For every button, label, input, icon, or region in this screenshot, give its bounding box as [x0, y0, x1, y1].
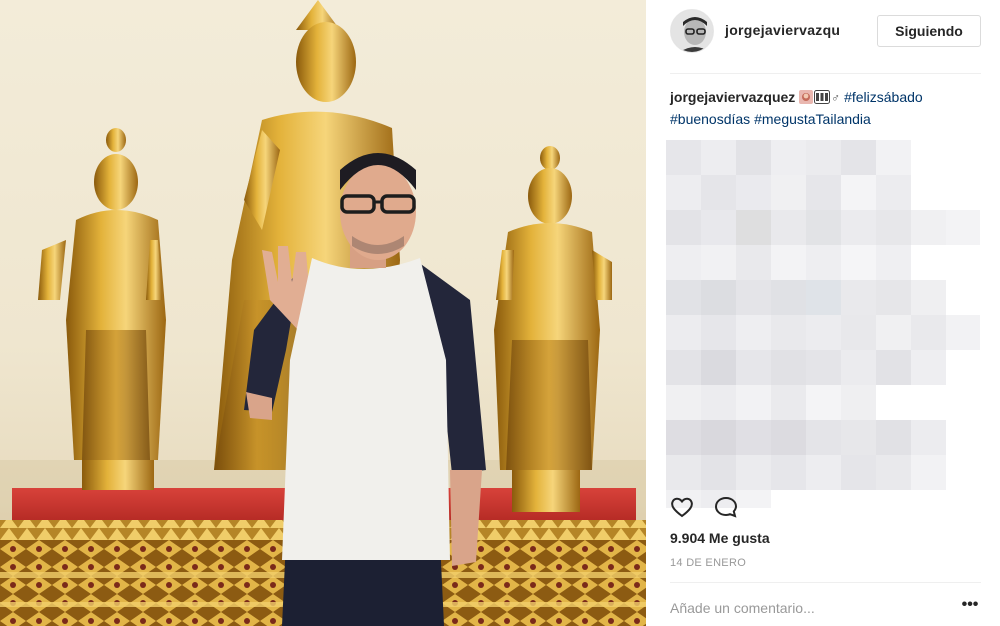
post-date[interactable]: 14 DE ENERO [670, 557, 746, 569]
right-buddha-statue [494, 146, 612, 512]
following-button[interactable]: Siguiendo [877, 15, 981, 47]
comment-bubble-icon[interactable] [714, 496, 738, 523]
hashtag-felizsabado[interactable]: #felizsábado [844, 89, 923, 105]
ab-symbol-emoji [814, 89, 831, 109]
post-header: jorgejaviervazqu Siguiendo [646, 0, 1000, 74]
add-comment-input[interactable] [670, 597, 958, 619]
avatar[interactable] [670, 9, 714, 53]
likes-count[interactable]: 9.904 Me gusta [670, 530, 770, 546]
pixelated-comments [666, 140, 980, 508]
post-photo[interactable] [0, 0, 646, 626]
comment-divider [670, 582, 981, 583]
more-options-icon[interactable]: ••• [958, 597, 982, 618]
hashtag-megustatailandia[interactable]: #megustaTailandia [754, 111, 871, 127]
avatar-image [671, 10, 713, 52]
post-details-panel: jorgejaviervazqu Siguiendo jorgejavierva… [646, 0, 1000, 626]
left-buddha-statue [38, 128, 166, 490]
header-divider [670, 73, 981, 74]
hashtag-buenosdias[interactable]: #buenosdías [670, 111, 750, 127]
heart-icon[interactable] [670, 496, 694, 523]
caption-username[interactable]: jorgejaviervazquez [670, 89, 795, 105]
woman-emoji [799, 89, 814, 109]
post-author-username[interactable]: jorgejaviervazqu [725, 22, 840, 38]
post-photo-illustration [0, 0, 646, 626]
post-caption: jorgejaviervazquez ♂ #felizsábado #bueno… [670, 87, 986, 129]
male-sign-emoji: ♂ [831, 91, 841, 105]
pixelated-comments-mosaic [666, 140, 980, 508]
